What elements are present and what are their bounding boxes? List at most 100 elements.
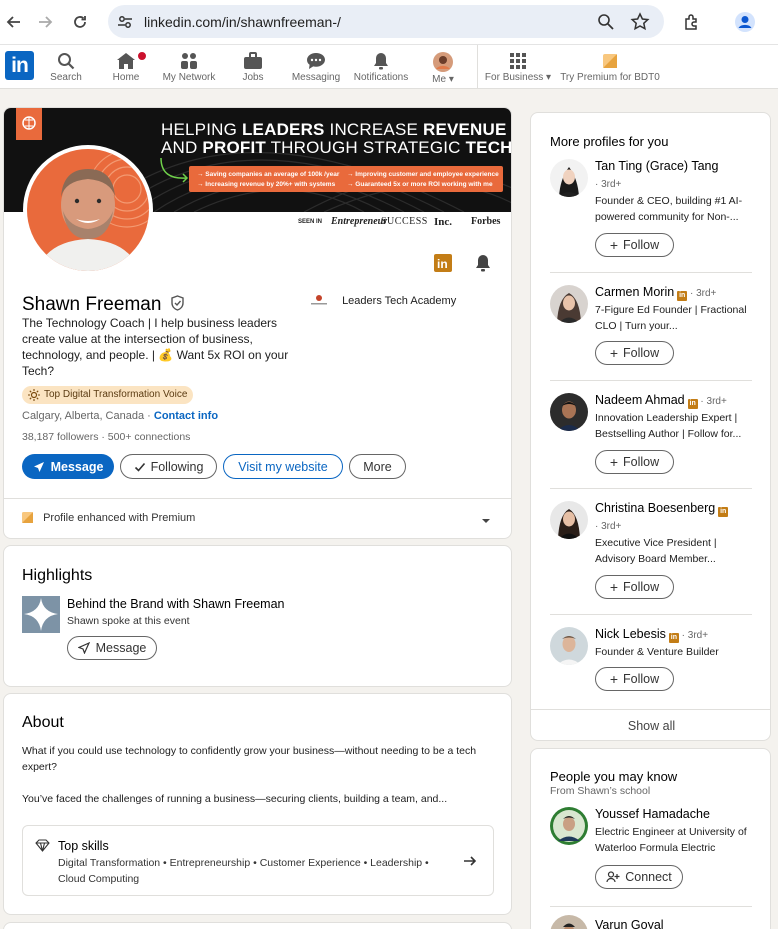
profile-name[interactable]: Christina Boesenberg in — [595, 501, 729, 517]
avatar[interactable] — [550, 393, 588, 431]
followers-count[interactable]: 38,187 followers — [22, 431, 98, 443]
avatar[interactable] — [550, 285, 588, 323]
avatar[interactable] — [550, 915, 588, 929]
event-thumbnail[interactable] — [22, 596, 60, 633]
more-button[interactable]: More — [349, 454, 406, 479]
linkedin-badge-icon: in — [677, 291, 688, 301]
follow-button[interactable]: + Follow — [595, 667, 674, 691]
profile-name[interactable]: Nick Lebesis in · 3rd+ — [595, 627, 708, 643]
linkedin-badge-icon[interactable]: in — [434, 254, 452, 277]
profile-photo[interactable] — [23, 145, 153, 275]
grid-apps-icon — [510, 53, 526, 69]
message-button[interactable]: Message — [22, 454, 114, 479]
bookmark-star-icon[interactable] — [630, 12, 650, 37]
notification-bell-icon[interactable] — [474, 254, 492, 277]
avatar[interactable] — [550, 627, 588, 665]
event-title[interactable]: Behind the Brand with Shawn Freeman — [67, 597, 285, 611]
highlight-message-button[interactable]: Message — [67, 636, 157, 660]
follow-button[interactable]: + Follow — [595, 450, 674, 474]
separator — [550, 488, 752, 489]
banner-benefit-2: → Improving customer and employee experi… — [347, 171, 499, 178]
home-icon — [117, 53, 135, 69]
me-avatar-icon — [433, 52, 453, 72]
linkedin-badge-icon: in — [668, 633, 679, 643]
nav-network[interactable]: My Network — [160, 45, 218, 89]
nav-home-label: Home — [112, 72, 140, 83]
profile-connections: 38,187 followers · 500+ connections — [22, 431, 190, 443]
profile-name[interactable]: Nadeem Ahmad in · 3rd+ — [595, 393, 727, 409]
avatar[interactable] — [550, 159, 588, 197]
show-all-button[interactable]: Show all — [531, 710, 770, 740]
nav-search[interactable]: Search — [50, 45, 82, 89]
contact-info-link[interactable]: Contact info — [154, 410, 218, 422]
seen-in-label: SEEN IN — [298, 219, 323, 225]
separator — [550, 272, 752, 273]
nav-notifications-label: Notifications — [353, 72, 409, 83]
reload-icon[interactable] — [68, 10, 92, 34]
nav-jobs[interactable]: Jobs — [238, 45, 268, 89]
separator — [550, 380, 752, 381]
media-success: SUCCESS — [381, 216, 428, 227]
top-voice-badge[interactable]: Top Digital Transformation Voice — [22, 386, 194, 404]
follow-button[interactable]: + Follow — [595, 341, 674, 365]
nav-jobs-label: Jobs — [242, 72, 264, 83]
follow-button[interactable]: + Follow — [595, 233, 674, 257]
list-item: Tan Ting (Grace) Tang · 3rd+ Founder & CE… — [531, 159, 770, 259]
verified-shield-icon[interactable] — [170, 295, 185, 311]
avatar[interactable] — [550, 501, 588, 539]
zoom-icon[interactable] — [597, 13, 615, 36]
profile-name[interactable]: Tan Ting (Grace) Tang — [595, 159, 718, 173]
top-skills-box[interactable]: Top skills Digital Transformation • Entr… — [22, 825, 494, 896]
about-card: About What if you could use technology t… — [3, 693, 512, 915]
visit-website-button[interactable]: Visit my website — [223, 454, 343, 479]
connections-count: · 500+ connections — [98, 431, 191, 443]
list-item: Christina Boesenberg in · 3rd+ Executive V… — [531, 501, 770, 611]
current-company[interactable]: Leaders Tech Academy — [307, 293, 456, 307]
extensions-icon[interactable] — [680, 10, 704, 34]
nav-premium[interactable]: Try Premium for BDT0 — [560, 45, 660, 89]
avatar[interactable] — [550, 807, 588, 845]
address-bar[interactable]: linkedin.com/in/shawnfreeman-/ — [108, 5, 664, 38]
nav-business-label: For Business ▾ — [484, 72, 552, 83]
add-person-icon — [606, 871, 620, 883]
next-card — [3, 922, 512, 929]
site-settings-icon[interactable] — [116, 13, 134, 36]
nav-messaging[interactable]: Messaging — [291, 45, 341, 89]
nav-notifications[interactable]: Notifications — [352, 45, 410, 89]
media-inc: Inc. — [434, 216, 453, 228]
profile-description: 7-Figure Ed Founder | Fractional CLO | T… — [595, 304, 747, 332]
profile-description: Founder & Venture Builder — [595, 646, 719, 658]
nav-messaging-label: Messaging — [291, 72, 341, 83]
pymk-title: People you may know — [550, 769, 678, 784]
banner-headline-2: AND PROFIT THROUGH STRATEGIC TECH. — [161, 138, 512, 157]
arrow-right-icon[interactable] — [463, 855, 477, 867]
search-icon — [58, 53, 75, 70]
messaging-icon — [307, 53, 325, 69]
sun-icon — [28, 389, 40, 401]
profile-name[interactable]: Carmen Morin in · 3rd+ — [595, 285, 716, 301]
people-you-may-know-card: People you may know From Shawn’s school … — [530, 748, 771, 929]
following-button[interactable]: Following — [120, 454, 217, 479]
list-item: Nadeem Ahmad in · 3rd+ Innovation Leaders… — [531, 393, 770, 483]
forward-icon[interactable] — [33, 10, 57, 34]
profile-icon[interactable] — [733, 10, 757, 34]
event-subtitle: Shawn spoke at this event — [67, 615, 190, 627]
nav-network-label: My Network — [162, 72, 216, 83]
nav-home[interactable]: Home — [110, 45, 148, 89]
profile-description: · 3rd+ Executive Vice President | Advisor… — [595, 521, 717, 565]
nav-for-business[interactable]: For Business ▾ — [484, 45, 552, 89]
back-icon[interactable] — [2, 10, 26, 34]
linkedin-logo-icon[interactable]: in — [5, 51, 34, 80]
premium-icon — [22, 512, 33, 523]
profile-name[interactable]: Varun Goyal — [595, 918, 664, 929]
premium-note[interactable]: Profile enhanced with Premium — [22, 512, 195, 524]
follow-button[interactable]: + Follow — [595, 575, 674, 599]
profile-name: Shawn Freeman — [22, 294, 185, 316]
banner-headline-1: HELPING LEADERS INCREASE REVENUE — [161, 120, 507, 139]
connect-button[interactable]: Connect — [595, 865, 683, 889]
chevron-down-icon[interactable] — [480, 513, 492, 531]
banner-benefit-3: → Increasing revenue by 20%+ with system… — [197, 181, 336, 188]
nav-me[interactable]: Me ▾ — [428, 45, 458, 89]
banner-benefit-4: → Guaranteed 5x or more ROI working with… — [347, 181, 493, 188]
profile-name[interactable]: Youssef Hamadache — [595, 807, 710, 821]
